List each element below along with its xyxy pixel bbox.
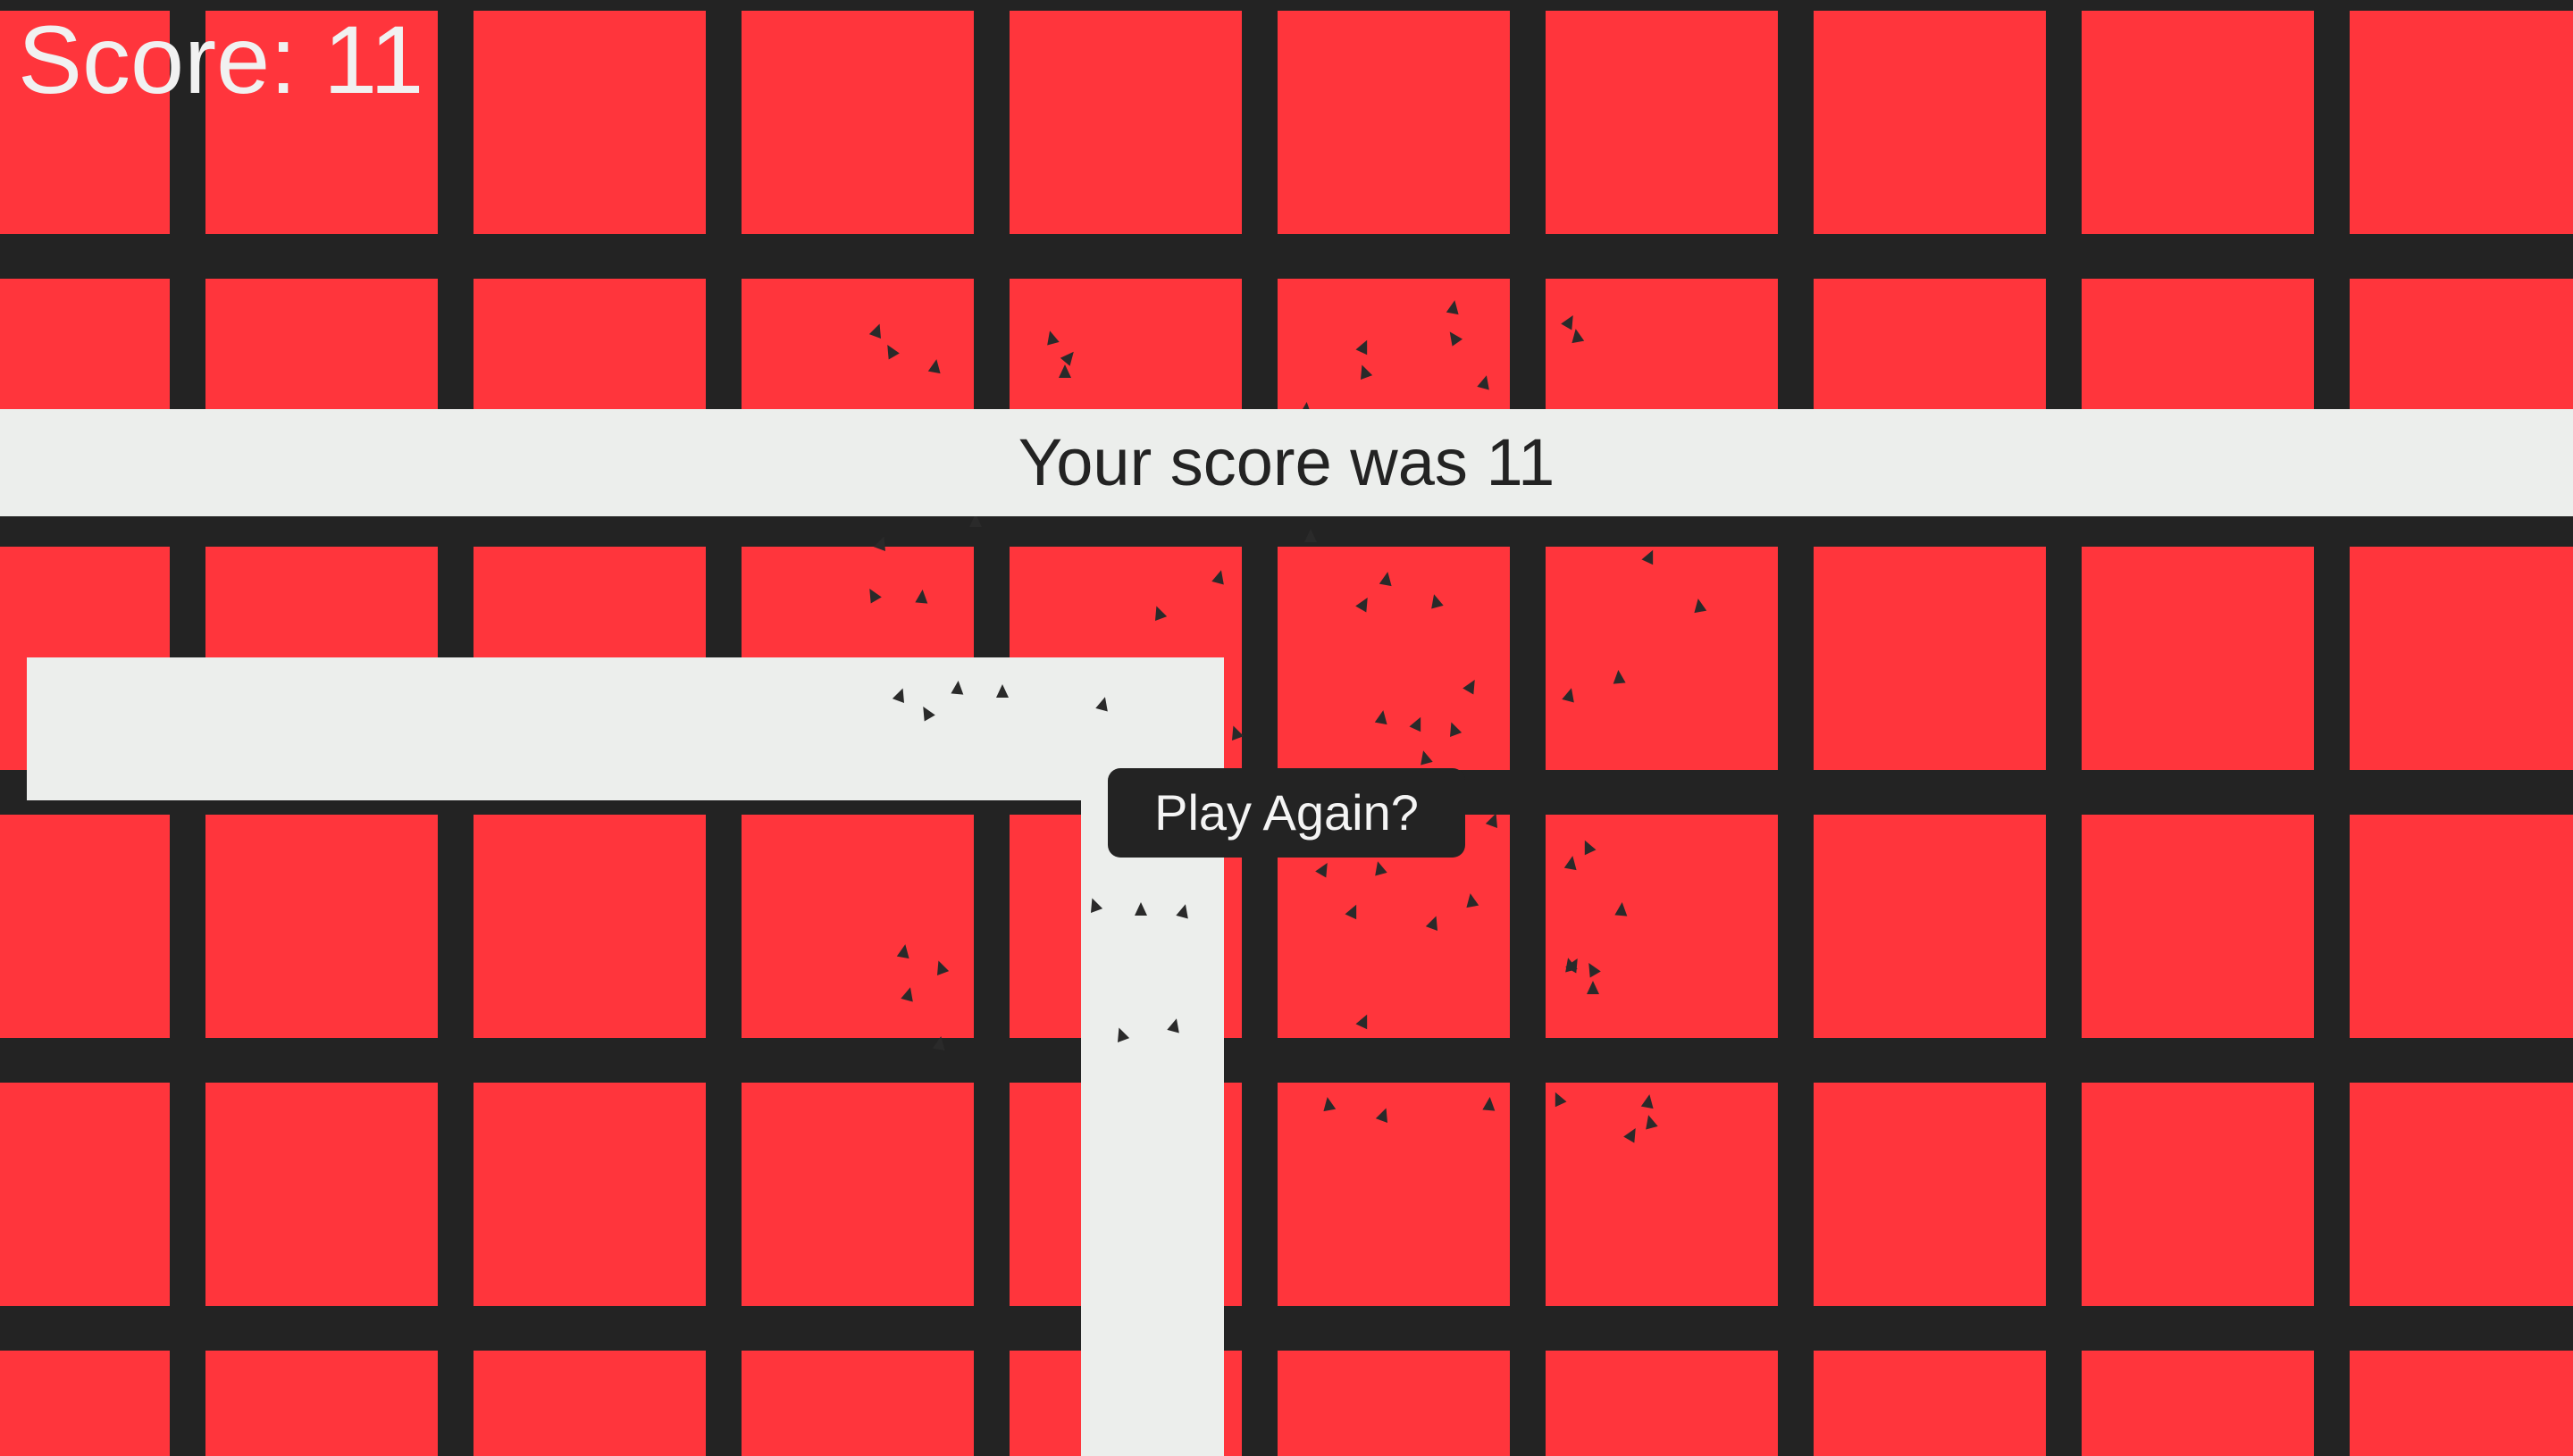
grid-tile	[2082, 815, 2314, 1038]
game-board[interactable]: Score: 11 Your score was 11 Play Again?	[0, 0, 2573, 1456]
debris-fragment	[1320, 1095, 1337, 1112]
grid-tile	[1546, 815, 1778, 1038]
result-text: Your score was 11	[1018, 425, 1555, 499]
play-again-button[interactable]: Play Again?	[1108, 768, 1465, 858]
debris-fragment	[996, 684, 1009, 698]
debris-fragment	[1482, 1096, 1496, 1111]
grid-tile	[742, 1083, 974, 1306]
grid-tile	[1546, 547, 1778, 770]
grid-tile	[1814, 815, 2046, 1038]
grid-tile	[2082, 547, 2314, 770]
debris-fragment	[1135, 902, 1147, 916]
grid-tile	[2350, 11, 2573, 234]
debris-fragment	[1612, 669, 1626, 684]
debris-fragment	[1640, 1092, 1656, 1109]
grid-tile	[2350, 1083, 2573, 1306]
debris-fragment	[1379, 570, 1395, 587]
score-display: Score: 11	[18, 5, 424, 113]
debris-fragment	[1691, 597, 1707, 614]
grid-tile	[1010, 11, 1242, 234]
debris-fragment	[1587, 981, 1599, 994]
grid-tile	[0, 1351, 170, 1456]
debris-fragment	[1614, 901, 1629, 916]
grid-tile	[742, 11, 974, 234]
grid-tile	[1546, 1083, 1778, 1306]
grid-tile	[1814, 11, 2046, 234]
debris-fragment	[927, 357, 943, 374]
grid-tile	[474, 815, 706, 1038]
grid-tile	[1814, 547, 2046, 770]
grid-tile	[205, 1351, 438, 1456]
grid-tile	[2082, 11, 2314, 234]
grid-tile	[1278, 1351, 1510, 1456]
grid-tile	[1546, 11, 1778, 234]
debris-fragment	[1563, 854, 1580, 871]
debris-fragment	[1569, 327, 1585, 344]
grid-tile	[742, 1351, 974, 1456]
grid-tile	[2350, 547, 2573, 770]
grid-tile	[2082, 1083, 2314, 1306]
grid-tile	[474, 1351, 706, 1456]
debris-fragment	[915, 589, 929, 604]
grid-tile	[2350, 815, 2573, 1038]
grid-tile	[742, 815, 974, 1038]
grid-tile	[205, 815, 438, 1038]
grid-tile	[1278, 11, 1510, 234]
debris-fragment	[1304, 529, 1317, 542]
grid-tile	[2350, 1351, 2573, 1456]
grid-tile	[1546, 1351, 1778, 1456]
debris-fragment	[1463, 891, 1479, 908]
grid-tile	[205, 1083, 438, 1306]
grid-tile	[1278, 1083, 1510, 1306]
result-banner: Your score was 11	[0, 409, 2573, 516]
grid-tile	[1814, 1083, 2046, 1306]
grid-tile	[2082, 1351, 2314, 1456]
grid-tile	[0, 1083, 170, 1306]
grid-tile	[1814, 1351, 2046, 1456]
grid-tile	[0, 815, 170, 1038]
debris-fragment	[1374, 708, 1390, 725]
grid-tile	[1278, 547, 1510, 770]
snake-path-horizontal	[27, 657, 1224, 800]
grid-tile	[474, 11, 706, 234]
grid-tile	[474, 1083, 706, 1306]
debris-fragment	[896, 942, 912, 959]
debris-fragment	[951, 680, 965, 695]
debris-fragment	[1446, 298, 1462, 315]
debris-fragment	[1059, 364, 1071, 378]
debris-fragment	[932, 1034, 948, 1051]
